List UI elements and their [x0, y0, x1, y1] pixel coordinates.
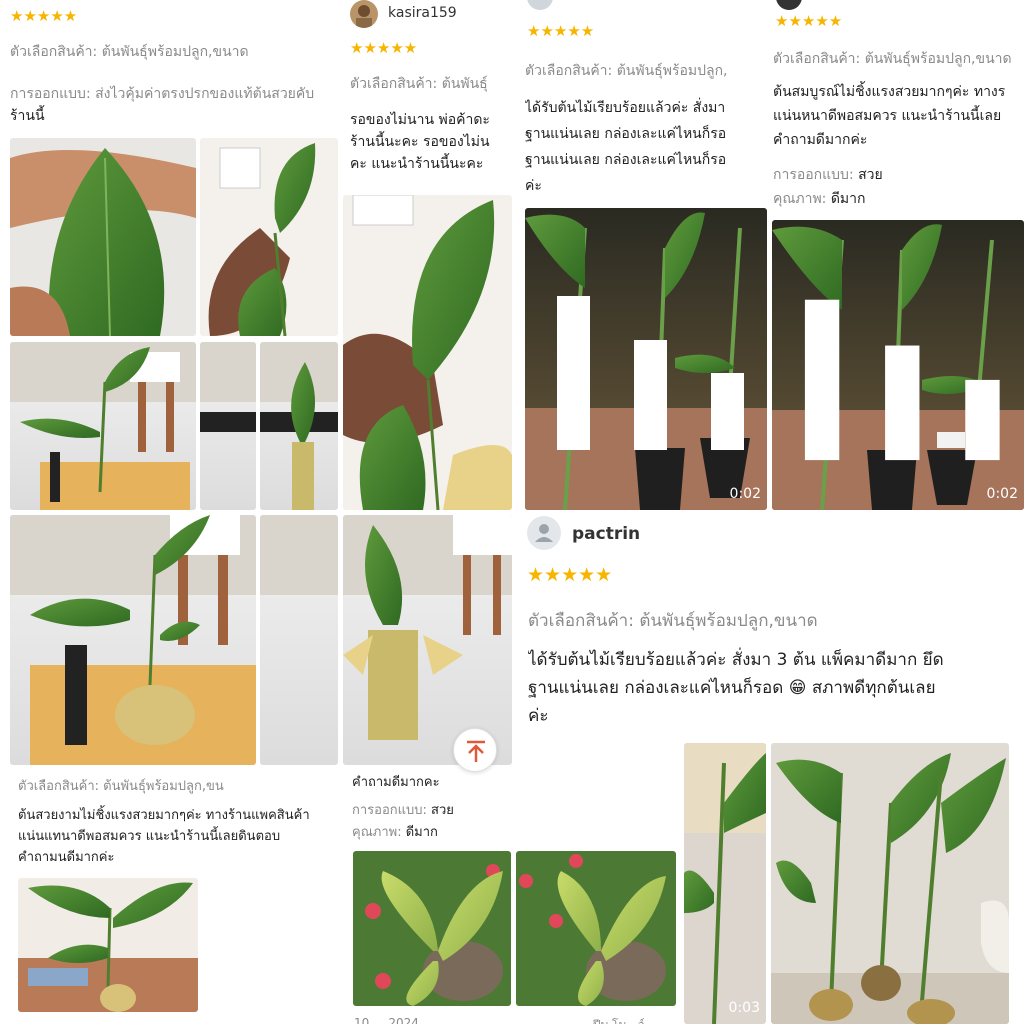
- review-photo-plant-wrapped-tall[interactable]: [260, 515, 338, 765]
- design-value: สวย: [858, 167, 883, 183]
- variant-label: ตัวเลือกสินค้า: ต้นพันธุ์พร้อมปลูก,ขนาด: [773, 51, 1012, 67]
- variant-label: ตัวเลือกสินค้า: ต้นพันธุ์พร้อมปลูก,: [525, 63, 728, 79]
- review-photo-table-plants[interactable]: [18, 878, 198, 1012]
- review-tail-text: คำถามดีมากคะ: [352, 775, 440, 790]
- rating-stars: ★★★★★: [527, 564, 613, 586]
- design-label: การออกแบบ: สวย: [352, 799, 454, 820]
- review-line: ได้รับต้นไม้เรียบร้อยแล้วค่ะ สั่งมา 3 ต้…: [528, 650, 944, 670]
- review-photo-plant-box[interactable]: [10, 515, 256, 765]
- variant-label: ตัวเลือกสินค้า: ต้นพันธุ์พร้อมปลูก,ขนาด: [10, 44, 249, 60]
- rating-stars: ★★★★★: [527, 22, 595, 40]
- variant-label: ตัวเลือกสินค้า: ต้นพันธุ์: [350, 76, 488, 92]
- review-photo-yellow-plant-2[interactable]: [516, 851, 676, 1006]
- review-line: ร้านนี้นะคะ รอของไม่น: [350, 134, 490, 150]
- review-photo-wrapped-plant[interactable]: [260, 342, 338, 510]
- variant-label: ตัวเลือกสินค้า: ต้นพันธุ์พร้อมปลูก,ขนาด: [528, 611, 818, 631]
- avatar[interactable]: [527, 516, 561, 550]
- video-duration: 0:02: [986, 486, 1018, 502]
- reviewer-username[interactable]: kasira159: [388, 5, 457, 21]
- video-icon: [804, 299, 1000, 461]
- review-photo-hand-plant-large[interactable]: [343, 195, 512, 510]
- review-photo-wrapped-bag[interactable]: [343, 515, 512, 765]
- review-text: ได้รับต้นไม้เรียบร้อยแล้วค่ะ สั่งมา 3 ต้…: [528, 646, 1018, 730]
- review-photo-yellow-plant-1[interactable]: [353, 851, 511, 1006]
- video-icon: [557, 296, 744, 450]
- arrow-up-icon: [467, 740, 485, 762]
- review-line: แน่นหนาดีพอสมควร แนะนำร้านนี้เลย: [773, 108, 1002, 124]
- review-text-2: ต้นสวยงามไม่ชิ้งแรงสวยมากๆค่ะ ทางร้านแพค…: [18, 805, 338, 868]
- review-line: ค่ะ: [528, 706, 549, 726]
- quality-label: คุณภาพ: ดีมาก: [352, 821, 438, 842]
- design-label-text: การออกแบบ:: [773, 167, 854, 183]
- video-duration: 0:02: [729, 486, 761, 502]
- avatar[interactable]: [776, 0, 802, 10]
- user-icon: [535, 524, 553, 542]
- review-photo-hand-leaf[interactable]: [10, 138, 196, 336]
- review-date: 10 ... 2024: [354, 1016, 419, 1024]
- quality-label: คุณภาพ: ดีมาก: [773, 188, 866, 210]
- design-label-text: การออกแบบ:: [352, 803, 427, 818]
- review-text: รอของไม่นาน พ่อค้าดะ ร้านนี้นะคะ รอของไม…: [350, 109, 512, 175]
- quality-value: ดีมาก: [405, 825, 438, 840]
- review-line: คำถามนดีมากค่ะ: [18, 850, 115, 865]
- avatar[interactable]: [527, 0, 553, 10]
- quality-label-text: คุณภาพ:: [352, 825, 402, 840]
- design-value: สวย: [431, 803, 454, 818]
- review-text: ต้นสมบูรณ์ไม่ชิ้งแรงสวยมากๆค่ะ ทางร แน่น…: [773, 80, 1024, 152]
- design-line: การออกแบบ: ส่งไวคุ้มค่าตรงปรกของแท้ต้นสว…: [10, 86, 315, 102]
- review-line: ฐานแน่นเลย กล่องเละแค่ไหนก็รอด 😁 สภาพดีท…: [528, 678, 936, 698]
- review-line: ได้รับต้นไม้เรียบร้อยแล้วค่ะ สั่งมา: [525, 100, 726, 116]
- video-duration: 0:03: [728, 1000, 760, 1016]
- design-label: การออกแบบ: สวย: [773, 164, 883, 186]
- review-photo-hand-plant[interactable]: [200, 138, 338, 336]
- review-photo-room-knife[interactable]: [10, 342, 196, 510]
- review-line: แน่นแทนาดีพอสมควร แนะนำร้านนี้เลยดินตอบ: [18, 829, 281, 844]
- review-line: คะ แนะนำร้านนี้นะคะ: [350, 156, 484, 172]
- footer-partial: ปีบ โม...ว์ ...: [593, 1016, 660, 1024]
- quality-value: ดีมาก: [830, 191, 866, 207]
- rating-stars: ★★★★★: [775, 12, 843, 30]
- review-line: ต้นสมบูรณ์ไม่ชิ้งแรงสวยมากๆค่ะ ทางร: [773, 84, 1006, 100]
- review-video[interactable]: 0:02: [772, 220, 1024, 510]
- review-photo-gold-bases[interactable]: [771, 743, 1009, 1024]
- review-line: ค่ะ: [525, 178, 542, 194]
- scroll-to-top-button[interactable]: [453, 728, 497, 772]
- review-line: ต้นสวยงามไม่ชิ้งแรงสวยมากๆค่ะ ทางร้านแพค…: [18, 808, 310, 823]
- rating-stars: ★★★★★: [350, 39, 418, 57]
- rating-stars: ★★★★★: [10, 7, 78, 25]
- review-line: รอของไม่นาน พ่อค้าดะ: [350, 112, 490, 128]
- review-line: ฐานแน่นเลย กล่องเละแค่ไหนก็รอ: [525, 126, 727, 142]
- avatar[interactable]: [350, 0, 378, 28]
- review-text: ได้รับต้นไม้เรียบร้อยแล้วค่ะ สั่งมา ฐานแ…: [525, 95, 767, 199]
- review-video[interactable]: 0:03: [684, 743, 766, 1024]
- quality-label-text: คุณภาพ:: [773, 191, 827, 207]
- review-line: คำถามดีมากค่ะ: [773, 132, 868, 148]
- reviewer-username[interactable]: pactrin: [572, 524, 640, 544]
- review-line: ฐานแน่นเลย กล่องเละแค่ไหนก็รอ: [525, 152, 727, 168]
- design-line-cont: ร้านนี้: [10, 108, 45, 124]
- variant-label-2: ตัวเลือกสินค้า: ต้นพันธุ์พร้อมปลูก,ขน: [18, 779, 224, 794]
- review-photo-room-narrow[interactable]: [200, 342, 256, 510]
- review-video[interactable]: 0:02: [525, 208, 767, 510]
